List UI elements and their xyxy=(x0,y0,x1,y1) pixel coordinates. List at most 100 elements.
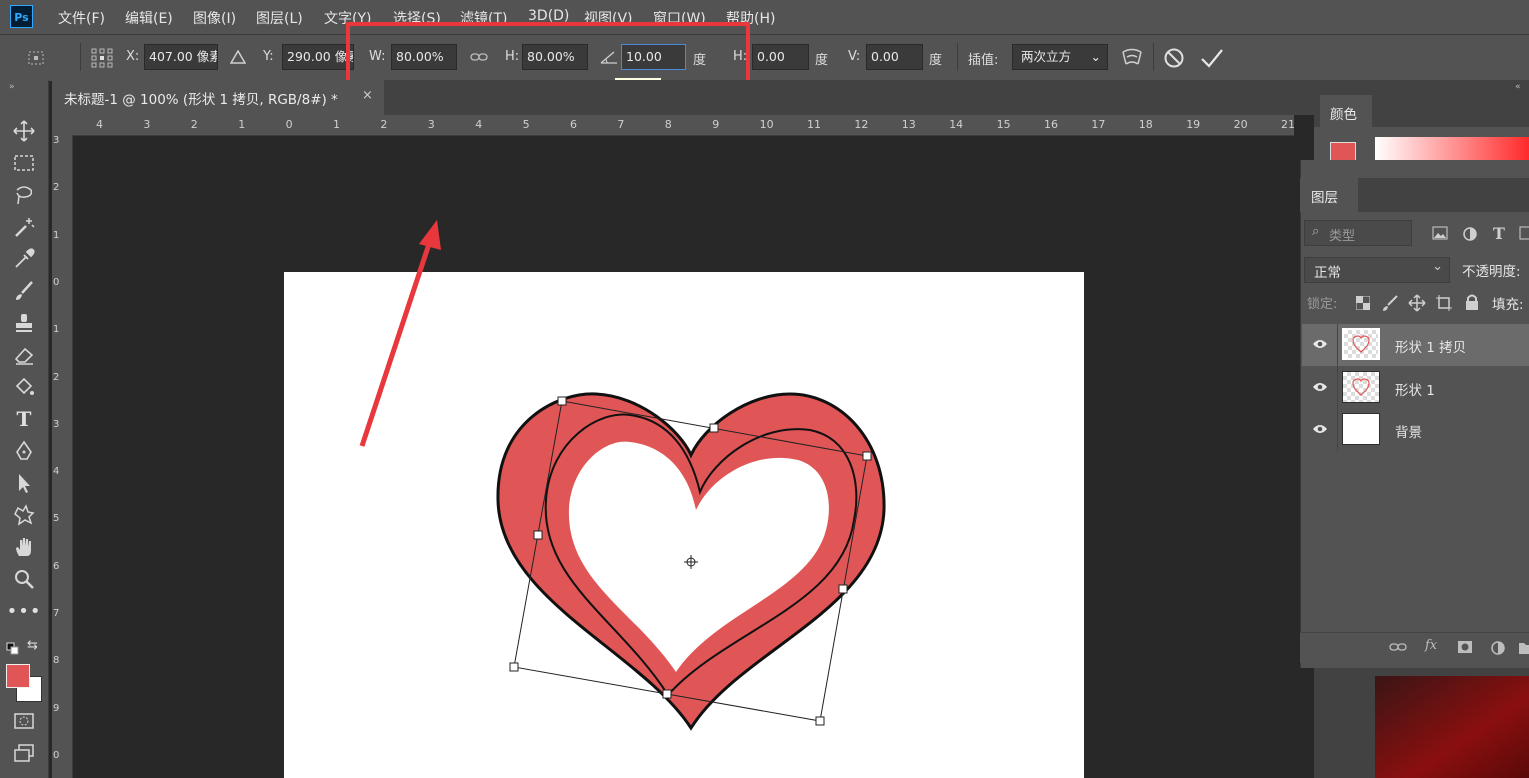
opacity-label: 不透明度: xyxy=(1462,264,1521,280)
filter-type-icon[interactable]: T xyxy=(1493,224,1505,243)
pen-tool-icon[interactable] xyxy=(10,438,38,464)
ruler-tick-label: 3 xyxy=(427,118,435,131)
lock-all-icon[interactable] xyxy=(1464,293,1480,311)
vskew-label: V: xyxy=(848,49,861,64)
y-field[interactable]: 290.00 像素 xyxy=(282,44,354,70)
layers-panel-footer: fx xyxy=(1300,632,1529,663)
collapse-icon[interactable]: » xyxy=(9,82,15,92)
document-canvas[interactable] xyxy=(284,272,1084,778)
lock-position-icon[interactable] xyxy=(1408,294,1426,312)
menu-item[interactable]: 文件(F) xyxy=(58,8,105,28)
swap-colors-icon[interactable]: ⇆ xyxy=(27,638,38,653)
eraser-tool-icon[interactable] xyxy=(10,342,38,368)
lock-transparency-icon[interactable] xyxy=(1356,296,1370,310)
ruler-tick-label: 0 xyxy=(53,749,60,761)
paint-bucket-tool-icon[interactable] xyxy=(10,374,38,400)
interpolation-select[interactable]: 两次立方 ⌄ xyxy=(1012,44,1108,70)
close-tab-icon[interactable]: × xyxy=(362,88,373,103)
color-field-gradient[interactable] xyxy=(1375,676,1529,778)
filter-adjustment-icon[interactable] xyxy=(1462,226,1478,242)
magic-wand-tool-icon[interactable] xyxy=(10,214,38,240)
cancel-transform-icon[interactable] xyxy=(1163,47,1185,69)
color-spectrum-bar[interactable] xyxy=(1375,137,1529,160)
ruler-tick-label: 14 xyxy=(949,118,964,131)
ruler-tick-label: 0 xyxy=(53,276,60,288)
layer-thumbnail xyxy=(1342,371,1380,403)
layer-filter-select[interactable]: ⌕ 类型 xyxy=(1304,220,1412,246)
visibility-eye-icon[interactable] xyxy=(1312,381,1328,393)
ruler-tick-label: 4 xyxy=(53,466,60,478)
ruler-tick-label: 2 xyxy=(53,371,60,383)
layer-thumbnail xyxy=(1342,328,1380,360)
adjustment-layer-icon[interactable] xyxy=(1490,640,1506,656)
ruler-tick-label: 6 xyxy=(53,560,60,572)
new-group-icon[interactable] xyxy=(1518,640,1529,656)
ruler-tick-label: 5 xyxy=(53,513,60,525)
filter-image-icon[interactable] xyxy=(1432,226,1448,240)
commit-transform-icon[interactable] xyxy=(1200,47,1224,69)
ruler-tick-label: 6 xyxy=(570,118,577,131)
vskew-field[interactable]: 0.00 xyxy=(866,44,923,70)
hskew-field[interactable]: 0.00 xyxy=(752,44,809,70)
move-tool-icon[interactable] xyxy=(10,118,38,144)
transform-reference-icon[interactable] xyxy=(26,49,48,67)
path-selection-tool-icon[interactable] xyxy=(10,470,38,496)
visibility-eye-icon[interactable] xyxy=(1312,338,1328,350)
relative-position-icon[interactable] xyxy=(230,50,246,64)
zoom-tool-icon[interactable] xyxy=(10,566,38,592)
layer-name: 背景 xyxy=(1395,425,1422,441)
ruler-tick-label: 1 xyxy=(333,118,340,131)
visibility-eye-icon[interactable] xyxy=(1312,423,1328,435)
x-field[interactable]: 407.00 像素 xyxy=(144,44,218,70)
default-colors-icon[interactable] xyxy=(6,642,20,656)
custom-shape-tool-icon[interactable] xyxy=(10,502,38,528)
menu-item[interactable]: 图像(I) xyxy=(193,8,236,28)
foreground-color-swatch[interactable] xyxy=(6,664,30,688)
link-layers-icon[interactable] xyxy=(1389,641,1407,653)
layer-divider xyxy=(1337,324,1338,451)
type-tool-icon[interactable]: T xyxy=(10,406,38,432)
ruler-tick-label: 18 xyxy=(1138,118,1153,131)
blend-mode-select[interactable]: 正常 ⌄ xyxy=(1304,257,1450,283)
menu-item[interactable]: 图层(L) xyxy=(256,8,303,28)
collapse-dock-icon[interactable]: « xyxy=(1515,82,1521,92)
tab-layers[interactable]: 图层 xyxy=(1300,178,1358,212)
brush-tool-icon[interactable] xyxy=(10,278,38,304)
dock-filler xyxy=(1318,676,1375,778)
ruler-tick-label: 16 xyxy=(1044,118,1058,131)
ruler-tick-label: 2 xyxy=(380,118,388,131)
blend-mode-value: 正常 xyxy=(1314,265,1341,281)
quick-mask-icon[interactable] xyxy=(10,708,38,734)
stamp-tool-icon[interactable] xyxy=(10,310,38,336)
layer-style-icon[interactable]: fx xyxy=(1425,638,1437,653)
reference-point-grid-icon[interactable] xyxy=(90,47,114,69)
lock-artboard-icon[interactable] xyxy=(1435,294,1453,312)
ruler-tick-label: 9 xyxy=(712,118,720,131)
ruler-origin[interactable] xyxy=(52,115,72,135)
lock-pixels-icon[interactable] xyxy=(1381,294,1399,312)
ruler-tick-label: 9 xyxy=(53,702,60,714)
filter-shape-icon[interactable] xyxy=(1519,226,1529,242)
ruler-tick-label: 3 xyxy=(53,418,60,430)
ruler-tick-label: 19 xyxy=(1186,118,1201,131)
document-tab-title: 未标题-1 @ 100% (形状 1 拷贝, RGB/8#) * xyxy=(64,92,338,108)
eyedropper-tool-icon[interactable] xyxy=(10,246,38,272)
layer-mask-icon[interactable] xyxy=(1457,640,1473,654)
ruler-tick-label: 11 xyxy=(807,118,821,131)
layers-tab-label: 图层 xyxy=(1311,190,1338,206)
marquee-tool-icon[interactable] xyxy=(10,150,38,176)
screen-mode-icon[interactable] xyxy=(10,740,38,766)
warp-mode-icon[interactable] xyxy=(1120,46,1144,70)
lasso-tool-icon[interactable] xyxy=(10,182,38,208)
ruler-tick-label: 1 xyxy=(238,118,246,131)
tab-color[interactable]: 颜色 xyxy=(1320,95,1372,127)
menu-item[interactable]: 编辑(E) xyxy=(125,8,173,28)
interpolation-value: 两次立方 xyxy=(1021,49,1072,64)
ruler-tick-label: 5 xyxy=(522,118,530,131)
y-label: Y: xyxy=(263,49,274,64)
hand-tool-icon[interactable] xyxy=(10,534,38,560)
ruler-tick-label: 21 xyxy=(1281,118,1295,131)
more-tools-icon[interactable]: ••• xyxy=(7,598,41,624)
ruler-tick-label: 4 xyxy=(475,118,483,131)
ruler-tick-label: 1 xyxy=(53,324,60,336)
